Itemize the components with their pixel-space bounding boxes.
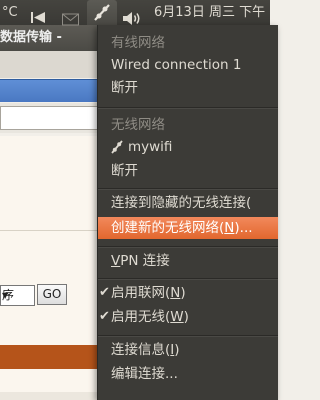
status-bar <box>0 392 100 400</box>
connection-info-item[interactable]: 连接信息(I) <box>98 339 278 361</box>
page-footer-bar <box>0 345 100 369</box>
wired-connection-item[interactable]: Wired connection 1 <box>98 54 278 76</box>
checkmark-icon: ✔ <box>99 285 110 300</box>
wifi-network-item[interactable]: mywifi <box>98 136 278 158</box>
network-icon <box>111 140 123 154</box>
clock[interactable]: 6月13日 周三 下午 <box>154 0 265 25</box>
menu-separator <box>98 107 278 109</box>
enable-networking-item[interactable]: ✔ 启用联网(N) <box>98 282 278 304</box>
go-button[interactable]: GO <box>37 284 67 305</box>
wifi-network-name: mywifi <box>128 139 173 155</box>
network-menu: 有线网络 Wired connection 1 断开 无线网络 mywifi 断… <box>97 25 278 400</box>
media-player-icon[interactable] <box>30 5 46 30</box>
create-new-wireless-item[interactable]: 创建新的无线网络(N)... <box>98 217 278 239</box>
vpn-connections-item[interactable]: VPN 连接 <box>98 250 278 272</box>
checkmark-icon: ✔ <box>99 309 110 324</box>
content-divider <box>0 230 100 231</box>
browser-tab-bar <box>0 51 100 78</box>
wired-networks-header: 有线网络 <box>111 35 165 51</box>
network-indicator-button[interactable] <box>87 0 117 25</box>
menu-separator <box>98 335 278 337</box>
edit-connections-item[interactable]: 编辑连接... <box>98 363 278 385</box>
url-input[interactable] <box>0 106 100 130</box>
menu-separator <box>98 188 278 190</box>
browser-tab-selected[interactable] <box>0 79 100 102</box>
wired-disconnect-item[interactable]: 断开 <box>98 77 278 99</box>
browser-window-title: 数据传输 - <box>0 25 100 51</box>
wireless-disconnect-item[interactable]: 断开 <box>98 160 278 182</box>
top-panel: °C 6月13日 周三 下午 <box>0 0 270 26</box>
mail-icon[interactable] <box>62 7 79 32</box>
sort-select[interactable]: 序 ▼ <box>0 285 35 306</box>
temperature-indicator[interactable]: °C <box>2 0 18 25</box>
network-icon <box>94 4 110 21</box>
wireless-networks-header: 无线网络 <box>111 117 165 133</box>
connect-hidden-wireless-item[interactable]: 连接到隐藏的无线连接( <box>98 192 278 214</box>
enable-wireless-item[interactable]: ✔ 启用无线(W) <box>98 306 278 328</box>
menu-separator <box>98 278 278 280</box>
menu-separator <box>98 246 278 248</box>
chevron-down-icon: ▼ <box>2 291 9 300</box>
